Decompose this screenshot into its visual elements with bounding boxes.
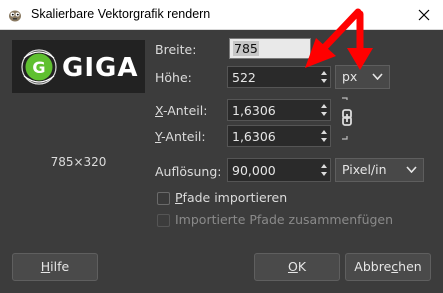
cancel-button[interactable]: Abbrechen <box>345 253 431 281</box>
resolution-value: 90,000 <box>232 163 276 178</box>
image-dimensions: 785×320 <box>50 155 107 169</box>
merge-paths-checkbox[interactable] <box>157 214 170 227</box>
y-ratio-label: Y-Anteil: <box>155 129 206 144</box>
logo-letter: G <box>32 58 45 77</box>
x-ratio-value: 1,6306 <box>232 103 276 118</box>
resolution-label: Auflösung: <box>155 164 222 179</box>
unit-dropdown[interactable]: px <box>335 65 390 89</box>
window-title: Skalierbare Vektorgrafik rendern <box>31 7 211 21</box>
x-ratio-input[interactable]: 1,6306 <box>227 99 331 121</box>
resolution-spinner[interactable] <box>319 161 329 179</box>
resolution-unit-dropdown[interactable]: Pixel/in <box>335 158 424 182</box>
merge-paths-label: Importierte Pfade zusammenfügen <box>175 212 394 227</box>
width-label: Breite: <box>155 42 197 57</box>
chevron-down-icon <box>406 166 417 173</box>
svg-preview-image: G GIGA <box>12 40 145 93</box>
height-spinner[interactable] <box>319 68 329 86</box>
resolution-unit-value: Pixel/in <box>342 162 387 177</box>
width-input[interactable]: 785 <box>229 38 311 59</box>
chain-link-toggle[interactable] <box>339 96 355 142</box>
y-ratio-input[interactable]: 1,6306 <box>227 125 331 147</box>
y-ratio-spinner[interactable] <box>319 127 329 145</box>
height-label: Höhe: <box>155 70 192 85</box>
help-button[interactable]: Hilfe <box>12 253 98 281</box>
ok-button[interactable]: OK <box>254 253 340 281</box>
x-ratio-spinner[interactable] <box>319 101 329 119</box>
gimp-app-icon <box>7 7 23 23</box>
height-value: 522 <box>232 70 256 85</box>
chain-link-icon <box>342 97 352 140</box>
logo-text: GIGA <box>62 53 138 83</box>
x-ratio-label: X-Anteil: <box>155 103 208 118</box>
chevron-down-icon <box>372 73 383 80</box>
import-paths-label: Pfade importieren <box>175 190 288 205</box>
title-bar: Skalierbare Vektorgrafik rendern <box>0 0 443 30</box>
resolution-input[interactable]: 90,000 <box>227 158 331 182</box>
width-value: 785 <box>233 41 259 56</box>
y-ratio-value: 1,6306 <box>232 129 276 144</box>
import-paths-checkbox[interactable] <box>157 192 170 205</box>
unit-value: px <box>342 69 358 84</box>
close-icon <box>418 9 430 21</box>
height-input[interactable]: 522 <box>227 66 331 88</box>
close-button[interactable] <box>405 0 443 30</box>
